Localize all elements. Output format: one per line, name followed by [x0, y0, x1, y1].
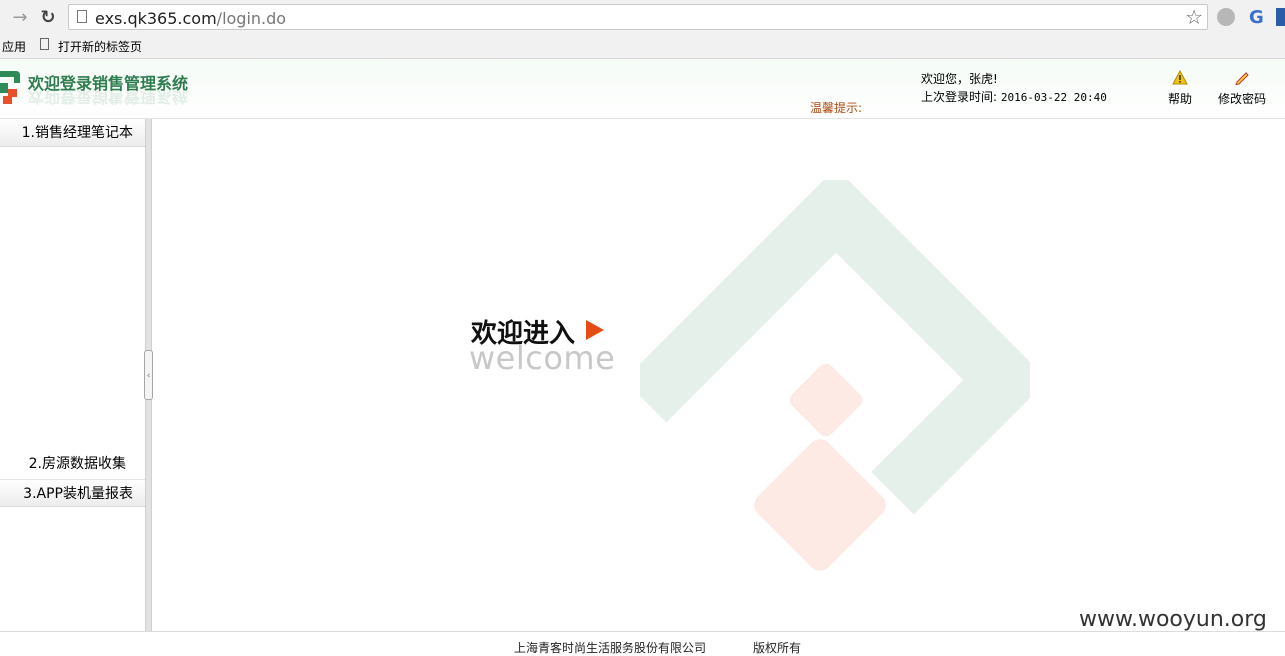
- bookmark-bar: 应用 打开新的标签页: [0, 36, 1285, 59]
- help-label: 帮助: [1167, 92, 1192, 106]
- app-header: 欢迎登录销售管理系统 欢迎登录销售管理系统 温馨提示: 欢迎您，张虎! 上次登录…: [0, 59, 1285, 119]
- footer-company: 上海青客时尚生活服务股份有限公司: [514, 641, 707, 655]
- extension-g-icon[interactable]: G: [1249, 7, 1264, 28]
- sidebar: 1.销售经理笔记本 2.房源数据收集 3.APP装机量报表: [0, 119, 145, 631]
- browser-toolbar: → ↻ exs.qk365.com/login.do ☆ G: [0, 0, 1285, 36]
- play-arrow-icon: [586, 320, 604, 340]
- url-host: exs.qk365.com: [95, 9, 217, 28]
- last-login-label: 上次登录时间:: [921, 90, 998, 104]
- address-bar[interactable]: exs.qk365.com/login.do ☆: [68, 4, 1208, 30]
- url-text[interactable]: exs.qk365.com/login.do: [95, 9, 286, 28]
- welcome-subheading: welcome: [469, 339, 616, 377]
- last-login-info: 上次登录时间: 2016-03-22 20:40: [921, 88, 1107, 105]
- bookmark-new-tab[interactable]: 打开新的标签页: [58, 38, 142, 55]
- bookmark-star-icon[interactable]: ☆: [1185, 6, 1203, 28]
- sidebar-item-app-install-report[interactable]: 3.APP装机量报表: [0, 479, 145, 507]
- extension-icon[interactable]: [1276, 8, 1285, 26]
- forward-arrow-icon[interactable]: →: [10, 8, 30, 28]
- system-title-reflection: 欢迎登录销售管理系统: [28, 87, 189, 106]
- extension-globe-icon[interactable]: [1217, 8, 1235, 26]
- reload-icon[interactable]: ↻: [38, 8, 58, 28]
- sidebar-item-sales-notebook[interactable]: 1.销售经理笔记本: [0, 119, 145, 147]
- page-icon: [77, 10, 87, 23]
- change-password-label: 修改密码: [1217, 92, 1266, 106]
- bookmark-apps[interactable]: 应用: [2, 38, 26, 55]
- url-path: /login.do: [216, 9, 287, 28]
- sidebar-item-housing-data[interactable]: 2.房源数据收集: [0, 450, 145, 478]
- help-button[interactable]: 帮助: [1163, 69, 1197, 107]
- change-password-button[interactable]: 修改密码: [1214, 70, 1270, 107]
- last-login-value: 2016-03-22 20:40: [1000, 91, 1107, 104]
- pencil-icon: [1235, 72, 1249, 86]
- site-watermark: www.wooyun.org: [1079, 607, 1267, 632]
- collapse-handle-icon[interactable]: ‹: [144, 350, 153, 400]
- tip-label: 温馨提示:: [810, 101, 863, 115]
- warning-icon: [1172, 69, 1188, 85]
- logo-icon: [0, 71, 20, 104]
- background-logo-watermark: [640, 180, 1030, 571]
- footer: 上海青客时尚生活服务股份有限公司 版权所有: [0, 631, 1285, 655]
- welcome-user-text: 欢迎您，张虎!: [921, 72, 998, 86]
- page-icon: [40, 38, 49, 50]
- footer-rights: 版权所有: [753, 641, 802, 655]
